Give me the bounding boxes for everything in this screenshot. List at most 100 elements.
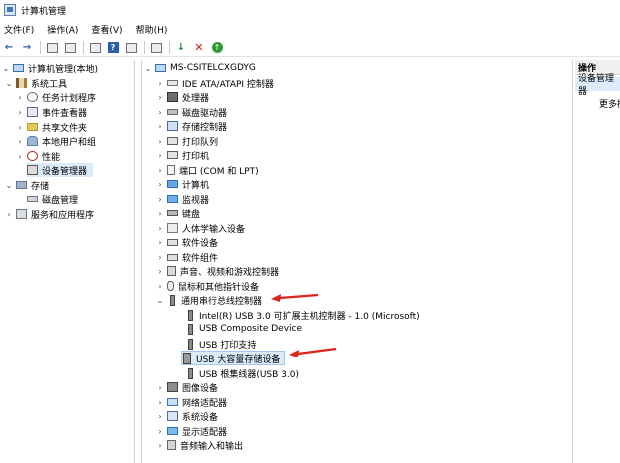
expand-icon[interactable]: ›	[156, 267, 164, 276]
red-arrow-annotation	[271, 293, 319, 302]
actions-more[interactable]: 更多操作	[599, 96, 620, 110]
expand-icon[interactable]: ›	[156, 282, 164, 291]
toolbar: ← → ? ↓ ✕ ↑	[0, 39, 620, 57]
menu-file[interactable]: 文件(F)	[4, 23, 34, 36]
usb-device-selected[interactable]: USB 大容量存储设备	[181, 351, 285, 365]
device-category[interactable]: › 打印队列	[156, 134, 218, 148]
tree-event-viewer[interactable]: › 事件查看器	[16, 105, 87, 119]
expand-icon[interactable]: ›	[16, 108, 24, 117]
device-category[interactable]: › 监视器	[156, 192, 209, 206]
expand-icon[interactable]: ›	[156, 195, 164, 204]
device-category[interactable]: › 软件组件	[156, 250, 218, 264]
properties-button[interactable]	[88, 41, 102, 55]
up-level-button[interactable]	[45, 41, 59, 55]
expand-icon[interactable]: ›	[156, 427, 164, 436]
tree-root-label: 计算机管理(本地)	[28, 64, 99, 75]
device-category[interactable]: › 音频输入和输出	[156, 438, 243, 452]
device-category[interactable]: › IDE ATA/ATAPI 控制器	[156, 76, 274, 90]
expand-icon[interactable]: ›	[156, 93, 164, 102]
device-category[interactable]: › 打印机	[156, 148, 209, 162]
expand-icon[interactable]: ›	[156, 209, 164, 218]
expand-icon[interactable]: ›	[16, 93, 24, 102]
usb-device[interactable]: USB 打印支持	[185, 337, 256, 351]
expand-icon[interactable]: ›	[156, 79, 164, 88]
device-category-label: 通用串行总线控制器	[181, 296, 263, 307]
device-category[interactable]: › 键盘	[156, 206, 200, 220]
tree-system-tools[interactable]: ⌄ 系统工具	[5, 76, 67, 90]
device-category[interactable]: › 端口 (COM 和 LPT)	[156, 163, 259, 177]
tree-task-scheduler[interactable]: › 任务计划程序	[16, 90, 96, 104]
usb-device[interactable]: USB 根集线器(USB 3.0)	[185, 366, 299, 380]
expand-icon[interactable]: ›	[156, 166, 164, 175]
update-driver-button[interactable]: ↓	[174, 41, 188, 55]
device-category[interactable]: › 显示适配器	[156, 424, 227, 438]
collapse-icon[interactable]: ⌄	[5, 181, 13, 190]
expand-icon[interactable]: ›	[156, 122, 164, 131]
services-label: 服务和应用程序	[31, 210, 95, 221]
delete-icon: ✕	[194, 40, 204, 54]
tree-shared-folders[interactable]: › 共享文件夹	[16, 120, 87, 134]
device-category[interactable]: › 人体学输入设备	[156, 221, 245, 235]
menu-action[interactable]: 操作(A)	[47, 23, 78, 36]
expand-icon[interactable]: ›	[156, 441, 164, 450]
menu-help[interactable]: 帮助(H)	[136, 23, 168, 36]
menu-view[interactable]: 查看(V)	[91, 23, 122, 36]
tree-root[interactable]: ⌄ 计算机管理(本地)	[2, 61, 98, 75]
tree-disk-management[interactable]: 磁盘管理	[27, 192, 78, 206]
device-tree-root[interactable]: ⌄ MS-CSITELCXGDYG	[144, 61, 256, 75]
expand-icon[interactable]: ›	[156, 137, 164, 146]
expand-icon[interactable]: ›	[156, 412, 164, 421]
collapse-icon[interactable]: ⌄	[5, 79, 13, 88]
collapse-icon[interactable]: ⌄	[2, 64, 10, 73]
forward-button[interactable]: →	[20, 41, 34, 55]
device-category[interactable]: › 计算机	[156, 177, 209, 191]
expand-icon[interactable]: ›	[156, 238, 164, 247]
expand-icon[interactable]: ›	[156, 398, 164, 407]
device-category[interactable]: › 声音、视频和游戏控制器	[156, 264, 279, 278]
help-button[interactable]: ?	[106, 41, 120, 55]
usb-device[interactable]: USB Composite Device	[185, 322, 302, 336]
scan-hardware-button[interactable]	[149, 41, 163, 55]
uninstall-button[interactable]: ✕	[192, 41, 206, 55]
collapse-icon[interactable]: ⌄	[144, 64, 152, 73]
device-category-usb[interactable]: ⌄ 通用串行总线控制器	[156, 293, 262, 307]
display-adapter-icon	[167, 427, 178, 435]
device-category[interactable]: › 鼠标和其他指针设备	[156, 279, 259, 293]
back-button[interactable]: ←	[2, 41, 16, 55]
help-icon: ?	[107, 42, 119, 53]
device-category[interactable]: › 存储控制器	[156, 119, 227, 133]
usb-device-label: USB 打印支持	[199, 340, 257, 351]
collapse-icon[interactable]: ⌄	[156, 296, 164, 305]
expand-icon[interactable]: ›	[156, 253, 164, 262]
ide-controller-icon	[167, 80, 178, 86]
show-hide-tree-button[interactable]	[63, 41, 77, 55]
device-category[interactable]: › 系统设备	[156, 409, 218, 423]
expand-icon[interactable]: ›	[16, 152, 24, 161]
expand-icon[interactable]: ›	[156, 383, 164, 392]
expand-icon[interactable]: ›	[5, 210, 13, 219]
device-category[interactable]: › 处理器	[156, 90, 209, 104]
actions-device-manager[interactable]: 设备管理器	[575, 74, 620, 97]
device-category[interactable]: › 软件设备	[156, 235, 218, 249]
expand-icon[interactable]: ›	[156, 224, 164, 233]
tree-storage[interactable]: ⌄ 存储	[5, 178, 49, 192]
device-category[interactable]: › 网络适配器	[156, 395, 227, 409]
expand-icon[interactable]: ›	[16, 137, 24, 146]
device-category-label: 键盘	[182, 209, 201, 220]
expand-icon[interactable]: ›	[156, 151, 164, 160]
expand-icon[interactable]: ›	[156, 108, 164, 117]
tree-performance[interactable]: › 性能	[16, 149, 60, 163]
usb-device[interactable]: Intel(R) USB 3.0 可扩展主机控制器 - 1.0 (Microso…	[185, 308, 420, 322]
enable-device-button[interactable]: ↑	[210, 41, 224, 55]
mouse-icon	[167, 281, 174, 291]
action-pane-button[interactable]	[124, 41, 138, 55]
tree-services[interactable]: › 服务和应用程序	[5, 207, 94, 221]
device-category[interactable]: › 图像设备	[156, 380, 218, 394]
device-category[interactable]: › 磁盘驱动器	[156, 105, 227, 119]
tree-local-users[interactable]: › 本地用户和组	[16, 134, 96, 148]
red-arrow-head	[289, 350, 299, 357]
expand-icon[interactable]: ›	[16, 123, 24, 132]
expand-icon[interactable]: ›	[156, 180, 164, 189]
tree-device-manager[interactable]: 设备管理器	[27, 163, 93, 177]
device-category-label: 鼠标和其他指针设备	[178, 282, 260, 293]
